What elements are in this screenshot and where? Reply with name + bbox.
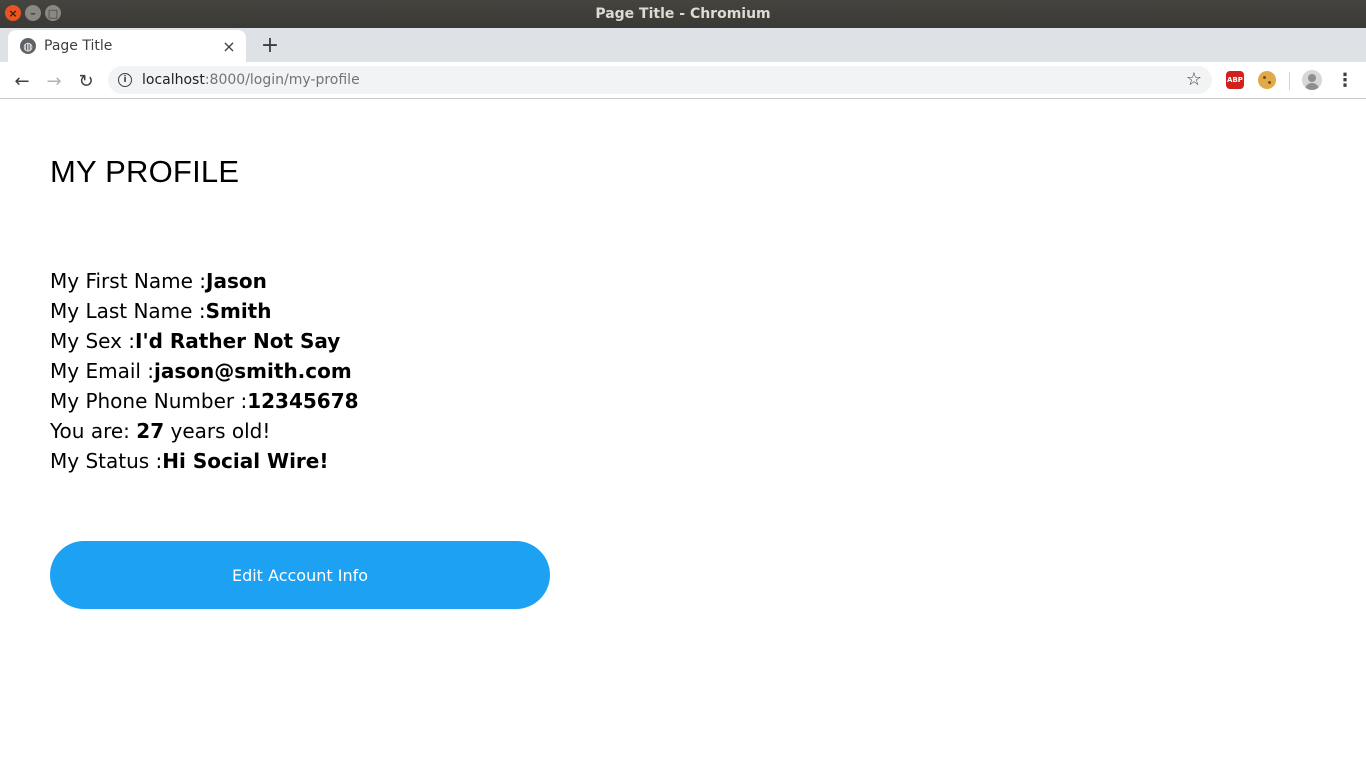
bookmark-star-icon[interactable]: ☆ bbox=[1186, 69, 1202, 90]
last-name-row: My Last Name :Smith bbox=[50, 296, 359, 326]
window-title: Page Title - Chromium bbox=[595, 6, 771, 22]
browser-toolbar: ← → ↻ i localhost:8000/login/my-profile … bbox=[0, 62, 1366, 99]
first-name-label: My First Name : bbox=[50, 269, 206, 293]
toolbar-divider bbox=[1289, 72, 1290, 90]
reload-button[interactable]: ↻ bbox=[72, 67, 100, 95]
tab-page-title[interactable]: ◍ Page Title × bbox=[8, 30, 246, 62]
first-name-value: Jason bbox=[206, 269, 267, 293]
last-name-value: Smith bbox=[205, 299, 272, 323]
tab-strip: ◍ Page Title × + bbox=[0, 28, 1366, 62]
url-host: localhost bbox=[142, 72, 205, 88]
sex-label: My Sex : bbox=[50, 329, 136, 353]
forward-button[interactable]: → bbox=[40, 67, 68, 95]
phone-label: My Phone Number : bbox=[50, 389, 248, 413]
last-name-label: My Last Name : bbox=[50, 299, 206, 323]
browser-menu-icon[interactable]: ⋮ bbox=[1336, 68, 1354, 92]
profile-details: My First Name :Jason My Last Name :Smith… bbox=[50, 266, 359, 476]
window-controls: × – □ bbox=[5, 5, 61, 21]
globe-icon: ◍ bbox=[20, 38, 36, 54]
status-label: My Status : bbox=[50, 449, 163, 473]
phone-row: My Phone Number :12345678 bbox=[50, 386, 359, 416]
site-info-icon[interactable]: i bbox=[118, 73, 132, 87]
window-minimize-icon[interactable]: – bbox=[25, 5, 41, 21]
email-value: jason@smith.com bbox=[154, 359, 352, 383]
phone-value: 12345678 bbox=[247, 389, 359, 413]
page-title: MY PROFILE bbox=[50, 154, 240, 189]
email-label: My Email : bbox=[50, 359, 155, 383]
sex-row: My Sex :I'd Rather Not Say bbox=[50, 326, 359, 356]
age-suffix: years old! bbox=[164, 419, 271, 443]
window-titlebar: × – □ Page Title - Chromium bbox=[0, 0, 1366, 28]
url-path: :8000/login/my-profile bbox=[204, 72, 360, 88]
status-row: My Status :Hi Social Wire! bbox=[50, 446, 359, 476]
age-value: 27 bbox=[136, 419, 165, 443]
back-button[interactable]: ← bbox=[8, 67, 36, 95]
sex-value: I'd Rather Not Say bbox=[135, 329, 341, 353]
window-close-icon[interactable]: × bbox=[5, 5, 21, 21]
adblock-plus-icon[interactable]: ABP bbox=[1226, 71, 1244, 89]
email-row: My Email :jason@smith.com bbox=[50, 356, 359, 386]
tab-close-icon[interactable]: × bbox=[220, 37, 238, 56]
tab-title: Page Title bbox=[44, 38, 113, 54]
address-bar[interactable]: i localhost:8000/login/my-profile ☆ bbox=[108, 66, 1212, 94]
edit-account-info-button[interactable]: Edit Account Info bbox=[50, 541, 550, 609]
url-text[interactable]: localhost:8000/login/my-profile bbox=[142, 72, 360, 88]
profile-avatar-icon[interactable] bbox=[1302, 70, 1322, 90]
age-prefix: You are: bbox=[50, 419, 137, 443]
first-name-row: My First Name :Jason bbox=[50, 266, 359, 296]
age-row: You are: 27 years old! bbox=[50, 416, 359, 446]
cookie-icon[interactable] bbox=[1258, 71, 1276, 89]
page-content: MY PROFILE My First Name :Jason My Last … bbox=[0, 100, 1366, 768]
window-maximize-icon[interactable]: □ bbox=[45, 5, 61, 21]
new-tab-button[interactable]: + bbox=[258, 33, 282, 58]
status-value: Hi Social Wire! bbox=[162, 449, 329, 473]
